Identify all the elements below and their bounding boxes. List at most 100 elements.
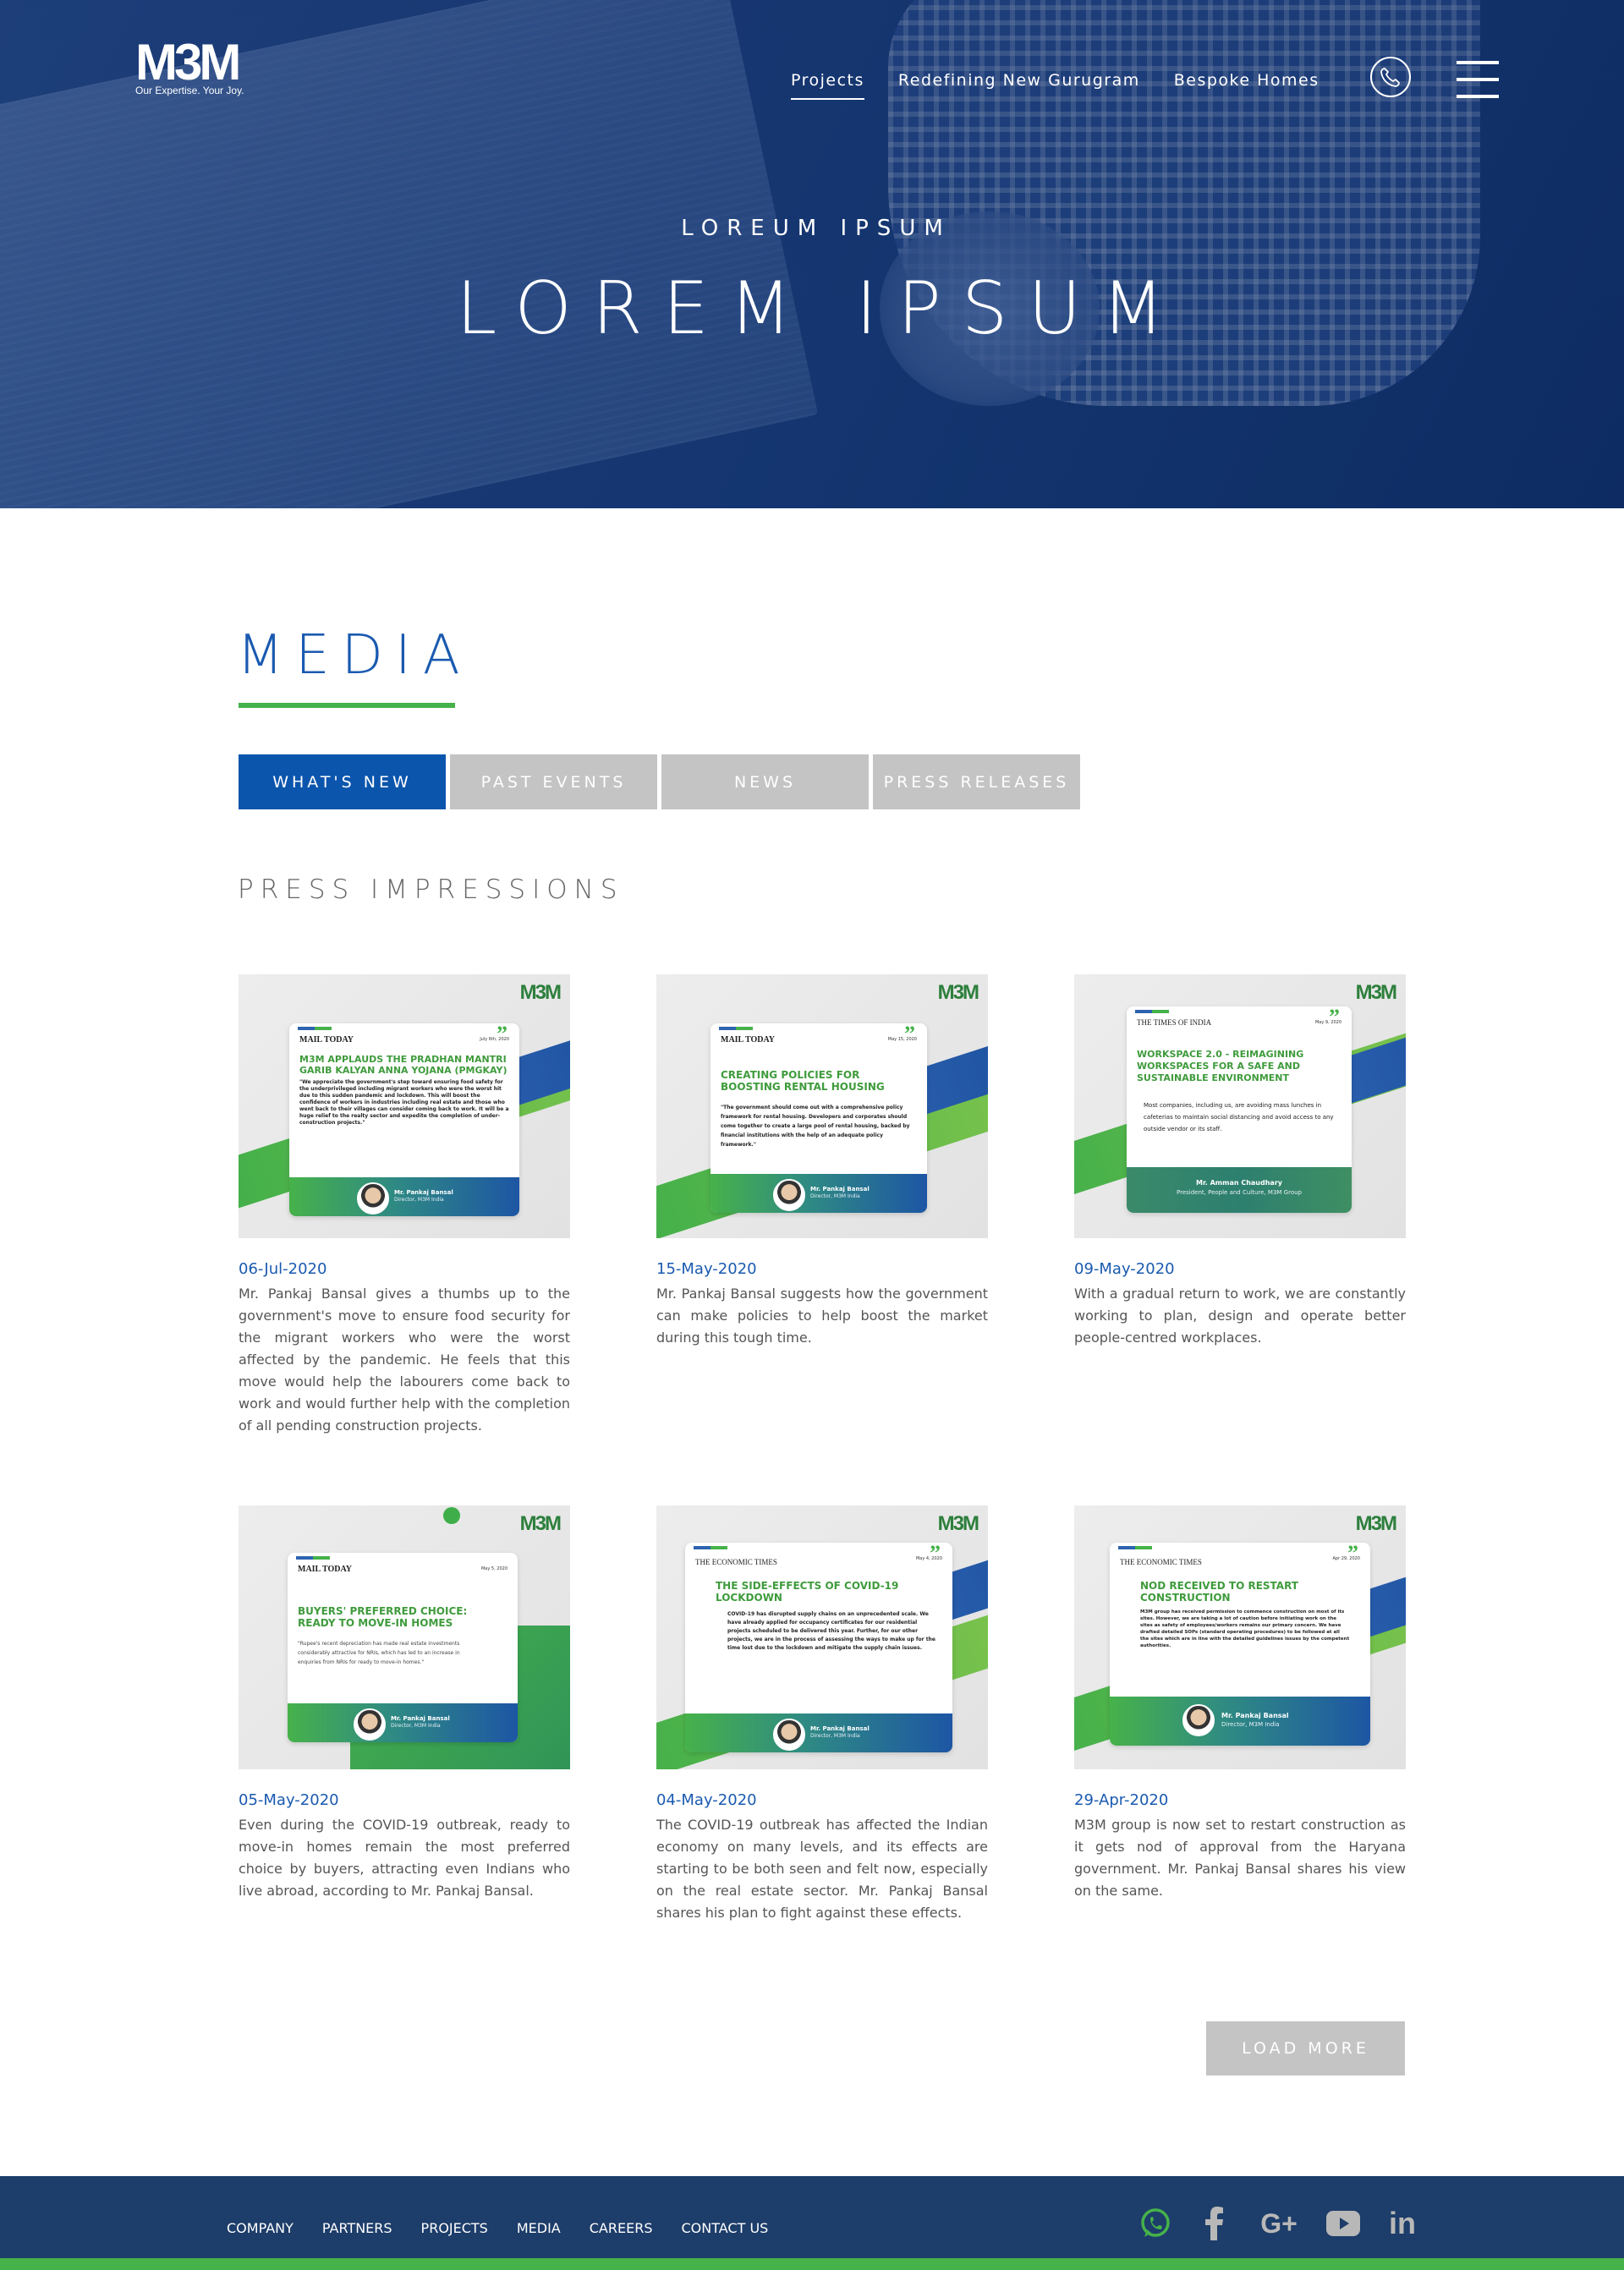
quote-mark-icon: ” — [497, 1023, 508, 1046]
load-more-button[interactable]: LOAD MORE — [1206, 2021, 1405, 2075]
clipping-headline: CREATING POLICIES FOR BOOSTING RENTAL HO… — [721, 1069, 885, 1093]
main-nav: Projects Redefining New Gurugram Bespoke… — [791, 71, 1320, 100]
publication-date: May 15, 2020 — [887, 1037, 917, 1042]
clipping-footer: Mr. Pankaj Bansal Director, M3M India — [1110, 1697, 1370, 1746]
tab-press-releases[interactable]: PRESS RELEASES — [873, 754, 1080, 809]
clipping-footer: Mr. Pankaj Bansal Director, M3M India — [289, 1177, 519, 1216]
person-title: Director, M3M India — [394, 1197, 444, 1203]
decor-bars — [694, 1546, 727, 1549]
press-description: Mr. Pankaj Bansal suggests how the gover… — [656, 1286, 988, 1346]
hero-subtitle: LOREUM IPSUM — [681, 216, 952, 241]
nav-item-bespoke-homes[interactable]: Bespoke Homes — [1174, 71, 1320, 90]
footer-link-contact-us[interactable]: CONTACT US — [681, 2220, 768, 2236]
youtube-icon[interactable] — [1326, 2207, 1360, 2240]
clipping-panel: ” MAIL TODAY July 6th, 2020 M3M APPLAUDS… — [289, 1023, 519, 1216]
press-date: 29-Apr-2020 — [1074, 1791, 1169, 1809]
person-name: Mr. Pankaj Bansal — [391, 1715, 450, 1722]
clipping-footer: Mr. Amman Chaudhary President, People an… — [1127, 1167, 1352, 1213]
phone-icon[interactable] — [1370, 57, 1411, 97]
tab-whats-new[interactable]: WHAT'S NEW — [239, 754, 446, 809]
person-title: Director, M3M India — [1221, 1721, 1280, 1728]
decor-bars — [1135, 1010, 1169, 1013]
hero-title: LOREM IPSUM — [456, 266, 1185, 351]
press-description: Mr. Pankaj Bansal gives a thumbs up to t… — [239, 1286, 570, 1434]
clipping-headline: BUYERS' PREFERRED CHOICE: READY TO MOVE-… — [298, 1605, 468, 1629]
publication-date: May 4, 2020 — [915, 1556, 942, 1561]
hero-banner: M3M Our Expertise. Your Joy. Projects Re… — [0, 0, 1624, 508]
person-title: President, People and Culture, M3M Group — [1177, 1189, 1302, 1196]
page-title: MEDIA — [237, 624, 472, 687]
person-name: Mr. Amman Chaudhary — [1196, 1179, 1282, 1187]
press-card[interactable]: M3M ” THE TIMES OF INDIA May 9, 2020 WOR… — [1074, 974, 1406, 1349]
press-image[interactable]: M3M ” THE ECONOMIC TIMES Apr 29, 2020 NO… — [1074, 1505, 1406, 1769]
press-date: 06-Jul-2020 — [239, 1260, 327, 1278]
avatar — [773, 1179, 805, 1211]
linkedin-icon[interactable]: in — [1385, 2206, 1419, 2240]
footer-link-projects[interactable]: PROJECTS — [421, 2220, 488, 2236]
nav-item-projects[interactable]: Projects — [791, 71, 864, 100]
m3m-logo: M3M — [519, 1512, 562, 1535]
m3m-logo: M3M — [937, 1512, 979, 1535]
publication-name: MAIL TODAY — [298, 1565, 353, 1574]
clipping-headline: M3M APPLAUDS THE PRADHAN MANTRI GARIB KA… — [299, 1054, 508, 1076]
press-image[interactable]: M3M ” MAIL TODAY May 15, 2020 CREATING P… — [656, 974, 988, 1238]
whatsapp-icon[interactable] — [1138, 2207, 1172, 2240]
title-underline — [239, 703, 455, 708]
person-title: Director, M3M India — [810, 1193, 860, 1199]
publication-date: May 9, 2020 — [1314, 1020, 1341, 1025]
person-name: Mr. Pankaj Bansal — [394, 1189, 453, 1196]
person-name: Mr. Pankaj Bansal — [810, 1186, 870, 1193]
decor-bars — [298, 1027, 332, 1030]
publication-date: Apr 29, 2020 — [1332, 1556, 1360, 1561]
m3m-logo: M3M — [519, 981, 562, 1004]
decor-bars — [719, 1027, 753, 1030]
press-card[interactable]: M3M ” THE ECONOMIC TIMES May 4, 2020 THE… — [656, 1505, 988, 1924]
footer-links: COMPANY PARTNERS PROJECTS MEDIA CAREERS … — [227, 2220, 768, 2236]
logo-tagline: Our Expertise. Your Joy. — [135, 85, 244, 96]
avatar — [354, 1708, 386, 1741]
footer-link-partners[interactable]: PARTNERS — [322, 2220, 392, 2236]
press-date: 15-May-2020 — [656, 1260, 757, 1278]
clipping-panel: ” MAIL TODAY May 5, 2020 BUYERS' PREFERR… — [288, 1553, 518, 1742]
press-date: 09-May-2020 — [1074, 1260, 1175, 1278]
tab-past-events[interactable]: PAST EVENTS — [450, 754, 657, 809]
quote-mark-icon: ” — [904, 1023, 915, 1046]
footer-link-media[interactable]: MEDIA — [517, 2220, 561, 2236]
press-card[interactable]: M3M ” THE ECONOMIC TIMES Apr 29, 2020 NO… — [1074, 1505, 1406, 1902]
press-image[interactable]: M3M ” THE TIMES OF INDIA May 9, 2020 WOR… — [1074, 974, 1406, 1238]
person-title: Director, M3M India — [810, 1733, 860, 1739]
person-name: Mr. Pankaj Bansal — [1221, 1712, 1289, 1719]
person-name: Mr. Pankaj Bansal — [810, 1725, 870, 1732]
facebook-icon[interactable] — [1198, 2207, 1232, 2240]
press-image[interactable]: M3M ” MAIL TODAY July 6th, 2020 M3M APPL… — [239, 974, 570, 1238]
publication-name: THE TIMES OF INDIA — [1137, 1018, 1212, 1027]
clipping-headline: NOD RECEIVED TO RESTART CONSTRUCTION — [1140, 1580, 1298, 1604]
publication-name: MAIL TODAY — [721, 1035, 776, 1045]
press-description: M3M group is now set to restart construc… — [1074, 1817, 1406, 1899]
footer-link-careers[interactable]: CAREERS — [590, 2220, 653, 2236]
clipping-quote: M3M group has received permission to com… — [1140, 1609, 1350, 1648]
footer-link-company[interactable]: COMPANY — [227, 2220, 294, 2236]
tab-news[interactable]: NEWS — [661, 754, 869, 809]
decor-bars — [296, 1556, 330, 1560]
decor-dot — [443, 1507, 460, 1524]
press-description: Even during the COVID-19 outbreak, ready… — [239, 1817, 570, 1899]
press-image[interactable]: M3M ” THE ECONOMIC TIMES May 4, 2020 THE… — [656, 1505, 988, 1769]
press-description: The COVID-19 outbreak has affected the I… — [656, 1817, 988, 1921]
nav-item-redefining-new-gurugram[interactable]: Redefining New Gurugram — [898, 71, 1140, 90]
quote-mark-icon: ” — [1329, 1006, 1340, 1029]
press-card[interactable]: M3M ” MAIL TODAY May 15, 2020 CREATING P… — [656, 974, 988, 1349]
press-image[interactable]: M3M ” MAIL TODAY May 5, 2020 BUYERS' PRE… — [239, 1505, 570, 1769]
hamburger-menu-icon[interactable] — [1457, 59, 1499, 100]
publication-date: July 6th, 2020 — [480, 1037, 509, 1042]
press-card[interactable]: M3M ” MAIL TODAY July 6th, 2020 M3M APPL… — [239, 974, 570, 1437]
decor-bars — [1118, 1546, 1152, 1549]
google-plus-icon[interactable]: G+ — [1257, 2207, 1301, 2240]
press-card[interactable]: M3M ” MAIL TODAY May 5, 2020 BUYERS' PRE… — [239, 1505, 570, 1902]
media-tabs: WHAT'S NEW PAST EVENTS NEWS PRESS RELEAS… — [239, 754, 1080, 809]
logo[interactable]: M3M Our Expertise. Your Joy. — [135, 34, 255, 100]
logo-mark: M3M — [135, 34, 241, 90]
person-title: Director, M3M India — [391, 1723, 441, 1729]
footer: COMPANY PARTNERS PROJECTS MEDIA CAREERS … — [0, 2176, 1624, 2270]
clipping-headline: THE SIDE-EFFECTS OF COVID-19 LOCKDOWN — [716, 1580, 899, 1604]
